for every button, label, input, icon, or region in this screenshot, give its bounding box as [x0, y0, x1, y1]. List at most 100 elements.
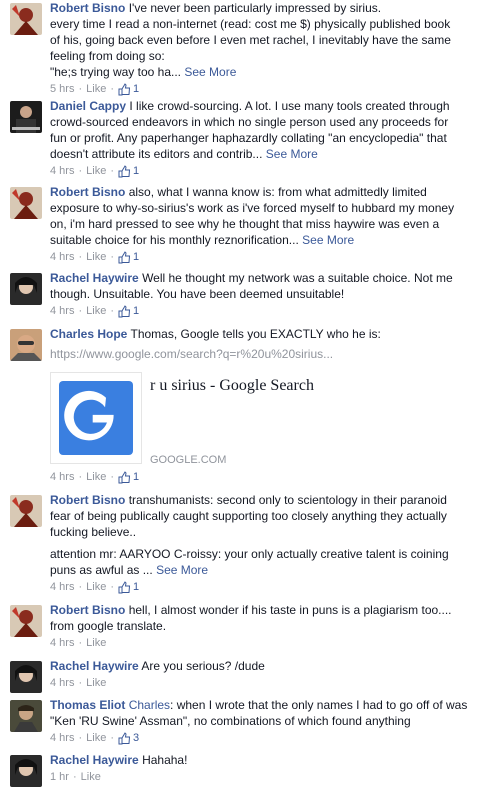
comment-author[interactable]: Rachel Haywire: [50, 271, 139, 285]
comment-text: exposure to why-so-sirius's work as i've…: [50, 201, 455, 215]
like-button[interactable]: Like: [86, 469, 106, 485]
like-button[interactable]: Like: [81, 769, 101, 785]
comment-text: suitable choice for his monthly reznorif…: [50, 233, 299, 247]
timestamp[interactable]: 4 hrs: [50, 163, 74, 179]
comment-text: puns as awful as ...: [50, 563, 153, 577]
comment-text: transhumanists: second only to scientolo…: [128, 493, 447, 507]
google-logo-icon: [59, 381, 133, 455]
comment-meta: 4 hrs · Like · 1: [50, 579, 140, 595]
thumbs-up-icon: [118, 731, 131, 744]
thumbs-up-icon: [118, 580, 131, 593]
avatar[interactable]: [10, 495, 42, 527]
timestamp[interactable]: 1 hr: [50, 769, 69, 785]
comment-text: on, i'm hard pressed to see why he thoug…: [50, 217, 440, 231]
comment-text: Hahaha!: [142, 753, 188, 767]
comment: Charles Hope Thomas, Google tells you EX…: [10, 326, 488, 490]
like-count[interactable]: 1: [118, 579, 139, 595]
comment-meta: 1 hr · Like: [50, 769, 101, 785]
like-button[interactable]: Like: [86, 81, 106, 97]
like-count[interactable]: 1: [118, 303, 139, 319]
comment-author[interactable]: Robert Bisno: [50, 1, 125, 15]
comment-meta: 4 hrs · Like: [50, 635, 107, 651]
comment-meta: 4 hrs · Like: [50, 675, 107, 691]
like-count[interactable]: 1: [118, 81, 139, 97]
comment-text: : when I wrote that the only names I had…: [170, 698, 468, 712]
avatar[interactable]: [10, 3, 42, 35]
comment-author[interactable]: Robert Bisno: [50, 185, 125, 199]
comment-text: attention mr: AARYOO C-roissy: your only…: [50, 547, 449, 561]
like-button[interactable]: Like: [86, 579, 106, 595]
comment-text: fear of being publically caught supporti…: [50, 509, 447, 523]
comment-text: Are you serious? /dude: [141, 659, 265, 673]
comment-text: "Ken 'RU Swine' Assman", no combinations…: [50, 714, 411, 728]
avatar[interactable]: [10, 273, 42, 305]
like-button[interactable]: Like: [86, 249, 106, 265]
timestamp[interactable]: 4 hrs: [50, 303, 74, 319]
comment-author[interactable]: Thomas Eliot: [50, 698, 125, 712]
like-button[interactable]: Like: [86, 675, 106, 691]
comment-author[interactable]: Rachel Haywire: [50, 753, 139, 767]
like-count[interactable]: 1: [118, 163, 139, 179]
comment-author[interactable]: Daniel Cappy: [50, 99, 126, 113]
timestamp[interactable]: 4 hrs: [50, 249, 74, 265]
see-more-link[interactable]: See More: [266, 147, 318, 161]
comment-text: crowd-sourced endeavors in which no sing…: [50, 115, 449, 129]
comment-meta: 5 hrs · Like · 1: [50, 81, 140, 97]
comment-text: I like crowd-sourcing. A lot. I use many…: [129, 99, 450, 113]
comment-text: though. Unsuitable. You have been deemed…: [50, 287, 345, 301]
like-button[interactable]: Like: [86, 303, 106, 319]
timestamp[interactable]: 4 hrs: [50, 635, 74, 651]
timestamp[interactable]: 4 hrs: [50, 579, 74, 595]
comment-text: "he;s trying way too ha...: [50, 65, 181, 79]
comment-text: fun or profit. Any paperhanger haphazard…: [50, 131, 447, 145]
comment-text: every time I read a non-internet (read: …: [50, 17, 451, 31]
avatar[interactable]: [10, 187, 42, 219]
comment-author[interactable]: Robert Bisno: [50, 603, 125, 617]
like-count[interactable]: 1: [118, 469, 139, 485]
see-more-link[interactable]: See More: [156, 563, 208, 577]
avatar[interactable]: [10, 700, 42, 732]
comment-meta: 4 hrs · Like · 1: [50, 249, 140, 265]
like-count[interactable]: 3: [118, 730, 139, 746]
like-button[interactable]: Like: [86, 635, 106, 651]
comment-meta: 4 hrs · Like · 1: [50, 303, 140, 319]
comment-text: doesn't attribute its editors and contri…: [50, 147, 263, 161]
comment-author[interactable]: Robert Bisno: [50, 493, 125, 507]
comment-text: fucking believe..: [50, 525, 137, 539]
like-button[interactable]: Like: [86, 730, 106, 746]
thumbs-up-icon: [118, 250, 131, 263]
comment-text: Thomas, Google tells you EXACTLY who he …: [130, 327, 381, 341]
link-preview-domain: GOOGLE.COM: [150, 454, 227, 466]
thumbs-up-icon: [118, 164, 131, 177]
mention-link[interactable]: Charles: [129, 698, 170, 712]
timestamp[interactable]: 4 hrs: [50, 675, 74, 691]
thumbs-up-icon: [118, 82, 131, 95]
thumbs-up-icon: [118, 470, 131, 483]
comment-text: of his, going back even before I even me…: [50, 33, 451, 47]
avatar[interactable]: [10, 101, 42, 133]
link-preview-thumbnail[interactable]: [50, 372, 142, 464]
avatar[interactable]: [10, 329, 42, 361]
like-button[interactable]: Like: [86, 163, 106, 179]
comment-text: I've never been particularly impressed b…: [128, 1, 382, 15]
timestamp[interactable]: 5 hrs: [50, 81, 74, 97]
comment-author[interactable]: Charles Hope: [50, 327, 127, 341]
link-preview-card[interactable]: r u sirius - Google Search GOOGLE.COM: [50, 372, 448, 468]
comment-text: from google translate.: [50, 619, 167, 633]
link-preview-title[interactable]: r u sirius - Google Search: [150, 378, 314, 394]
avatar[interactable]: [10, 755, 42, 787]
link-url[interactable]: https://www.google.com/search?q=r%20u%20…: [50, 346, 486, 362]
see-more-link[interactable]: See More: [184, 65, 236, 79]
see-more-link[interactable]: See More: [302, 233, 354, 247]
timestamp[interactable]: 4 hrs: [50, 730, 74, 746]
thumbs-up-icon: [118, 304, 131, 317]
like-count[interactable]: 1: [118, 249, 139, 265]
comment-author[interactable]: Rachel Haywire: [50, 659, 139, 673]
comment-text: also, what I wanna know is: from what ad…: [128, 185, 427, 199]
timestamp[interactable]: 4 hrs: [50, 469, 74, 485]
comment-meta: 4 hrs · Like · 3: [50, 730, 140, 746]
comment-text: feeling from doing so:: [50, 49, 165, 63]
avatar[interactable]: [10, 661, 42, 693]
comment-text: Well he thought my network was a suitabl…: [142, 271, 453, 285]
avatar[interactable]: [10, 605, 42, 637]
